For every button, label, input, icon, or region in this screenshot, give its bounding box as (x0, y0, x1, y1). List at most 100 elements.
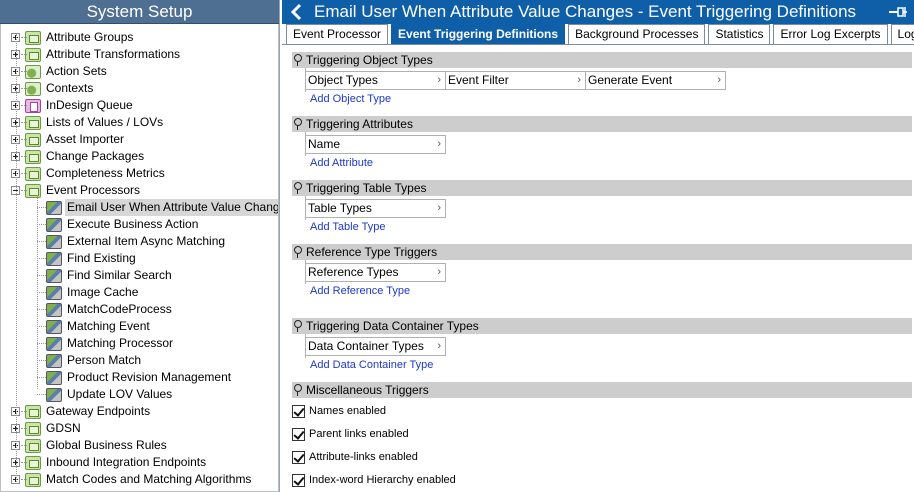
tree-node[interactable]: Attribute Transformations (11, 46, 182, 63)
column-header[interactable]: Data Container Types › (306, 337, 446, 356)
column-header[interactable]: Name › (306, 135, 446, 154)
checkbox[interactable] (292, 427, 305, 441)
checkbox-row[interactable]: Names enabled (292, 403, 386, 419)
action-set-icon (25, 64, 41, 79)
add-link[interactable]: Add Data Container Type (310, 359, 433, 371)
folder-icon (25, 166, 41, 181)
chevron-right-icon: › (437, 202, 441, 214)
section-header[interactable]: Triggering Data Container Types (292, 318, 912, 334)
editor-title-bar: Email User When Attribute Value Changes … (282, 0, 914, 24)
column-header-label: Name (308, 137, 341, 151)
checkbox[interactable] (292, 450, 305, 464)
tree-node-label: Match Codes and Matching Algorithms (46, 472, 252, 486)
tree-node[interactable]: Asset Importer (11, 131, 126, 148)
tree-node[interactable]: Completeness Metrics (11, 165, 167, 182)
pin-icon[interactable] (292, 182, 302, 194)
section-header[interactable]: Triggering Attributes (292, 116, 912, 132)
tree-node[interactable]: Email User When Attribute Value Changes (46, 199, 278, 216)
tree-connector (37, 275, 46, 276)
column-header[interactable]: Table Types › (306, 199, 446, 218)
tree-node-label: MatchCodeProcess (67, 302, 172, 316)
tree-node[interactable]: Find Similar Search (46, 267, 174, 284)
column-header[interactable]: Object Types › (306, 71, 446, 90)
tree-node-label: Person Match (67, 353, 142, 367)
pin-panel-icon[interactable] (888, 5, 908, 19)
checkbox-row[interactable]: Parent links enabled (292, 426, 409, 442)
tree-node[interactable]: Lists of Values / LOVs (11, 114, 165, 131)
section-header[interactable]: Triggering Table Types (292, 180, 912, 196)
tree-node[interactable]: Inbound Integration Endpoints (11, 454, 208, 471)
column-header[interactable]: Reference Types › (306, 263, 446, 282)
checkbox-label: Attribute-links enabled (309, 451, 418, 463)
tree-node-label: Image Cache (67, 285, 139, 299)
column-header[interactable]: Generate Event › (586, 71, 726, 90)
chevron-right-icon: › (717, 74, 721, 86)
tree-node[interactable]: Execute Business Action (46, 216, 200, 233)
tree-node[interactable]: InDesign Queue (11, 97, 135, 114)
tab-error-log-excerpts[interactable]: Error Log Excerpts (773, 24, 888, 44)
checkbox[interactable] (292, 404, 305, 418)
tree-connector (37, 377, 46, 378)
back-arrow-icon[interactable] (288, 3, 306, 21)
pin-icon[interactable] (292, 320, 302, 332)
checkbox-row[interactable]: Attribute-links enabled (292, 449, 418, 465)
tab-event-processor[interactable]: Event Processor (286, 24, 389, 44)
pin-icon[interactable] (292, 118, 302, 130)
tree-node[interactable]: Product Revision Management (46, 369, 233, 386)
tree-node-label: Find Existing (67, 251, 136, 265)
pin-icon[interactable] (292, 54, 302, 66)
tree-node[interactable]: Find Existing (46, 250, 138, 267)
tree-node[interactable]: External Item Async Matching (46, 233, 227, 250)
tree-connector (37, 224, 46, 225)
tree-node-label: Action Sets (46, 64, 107, 78)
tree-connector (37, 241, 46, 242)
section-title: Reference Type Triggers (306, 245, 438, 259)
tree-connector (21, 122, 27, 123)
tree-node[interactable]: Event Processors (11, 182, 142, 199)
checkbox-row[interactable]: Index-word Hierarchy enabled (292, 472, 456, 488)
tree-node[interactable]: Global Business Rules (11, 437, 169, 454)
folder-icon (25, 30, 41, 45)
folder-icon (25, 421, 41, 436)
tree-node[interactable]: Person Match (46, 352, 143, 369)
event-processor-icon (46, 302, 62, 317)
tree-node[interactable]: Change Packages (11, 148, 146, 165)
tree-node-label: Asset Importer (46, 132, 125, 146)
tree-connector (37, 292, 46, 293)
tree-node[interactable]: Match Codes and Matching Algorithms (11, 471, 253, 488)
tree-node[interactable]: Gateway Endpoints (11, 403, 152, 420)
tree-connector (21, 173, 27, 174)
event-processor-icon (46, 387, 62, 402)
tree-connector (21, 445, 27, 446)
tab-log[interactable]: Log (890, 24, 914, 44)
section-header[interactable]: Reference Type Triggers (292, 244, 912, 260)
tree-connector (21, 156, 27, 157)
tree-connector (21, 71, 27, 72)
add-link[interactable]: Add Object Type (310, 93, 391, 105)
add-link[interactable]: Add Attribute (310, 157, 373, 169)
tree-node[interactable]: Update LOV Values (46, 386, 174, 403)
section-header[interactable]: Triggering Object Types (292, 52, 912, 68)
tree-node[interactable]: Matching Processor (46, 335, 175, 352)
folder-icon (25, 115, 41, 130)
column-header-row: Reference Types › (305, 263, 446, 282)
column-header[interactable]: Event Filter › (446, 71, 586, 90)
tree-connector (21, 190, 27, 191)
tree-node[interactable]: Matching Event (46, 318, 152, 335)
tree-node[interactable]: MatchCodeProcess (46, 301, 174, 318)
add-link[interactable]: Add Reference Type (310, 285, 410, 297)
pin-icon[interactable] (292, 384, 302, 396)
folder-icon (25, 47, 41, 62)
tree-node[interactable]: Image Cache (46, 284, 140, 301)
tree-node-label: Attribute Transformations (46, 47, 181, 61)
event-triggering-definitions-content: Triggering Object Types Object Types › Even… (282, 44, 914, 492)
checkbox[interactable] (292, 473, 305, 487)
tab-statistics[interactable]: Statistics (708, 24, 771, 44)
tree-node[interactable]: Attribute Groups (11, 29, 135, 46)
tab-event-triggering-definitions[interactable]: Event Triggering Definitions (391, 24, 566, 44)
add-link[interactable]: Add Table Type (310, 221, 385, 233)
folder-icon (25, 438, 41, 453)
tab-background-processes[interactable]: Background Processes (568, 24, 706, 44)
pin-icon[interactable] (292, 246, 302, 258)
section-header[interactable]: Miscellaneous Triggers (292, 382, 912, 398)
